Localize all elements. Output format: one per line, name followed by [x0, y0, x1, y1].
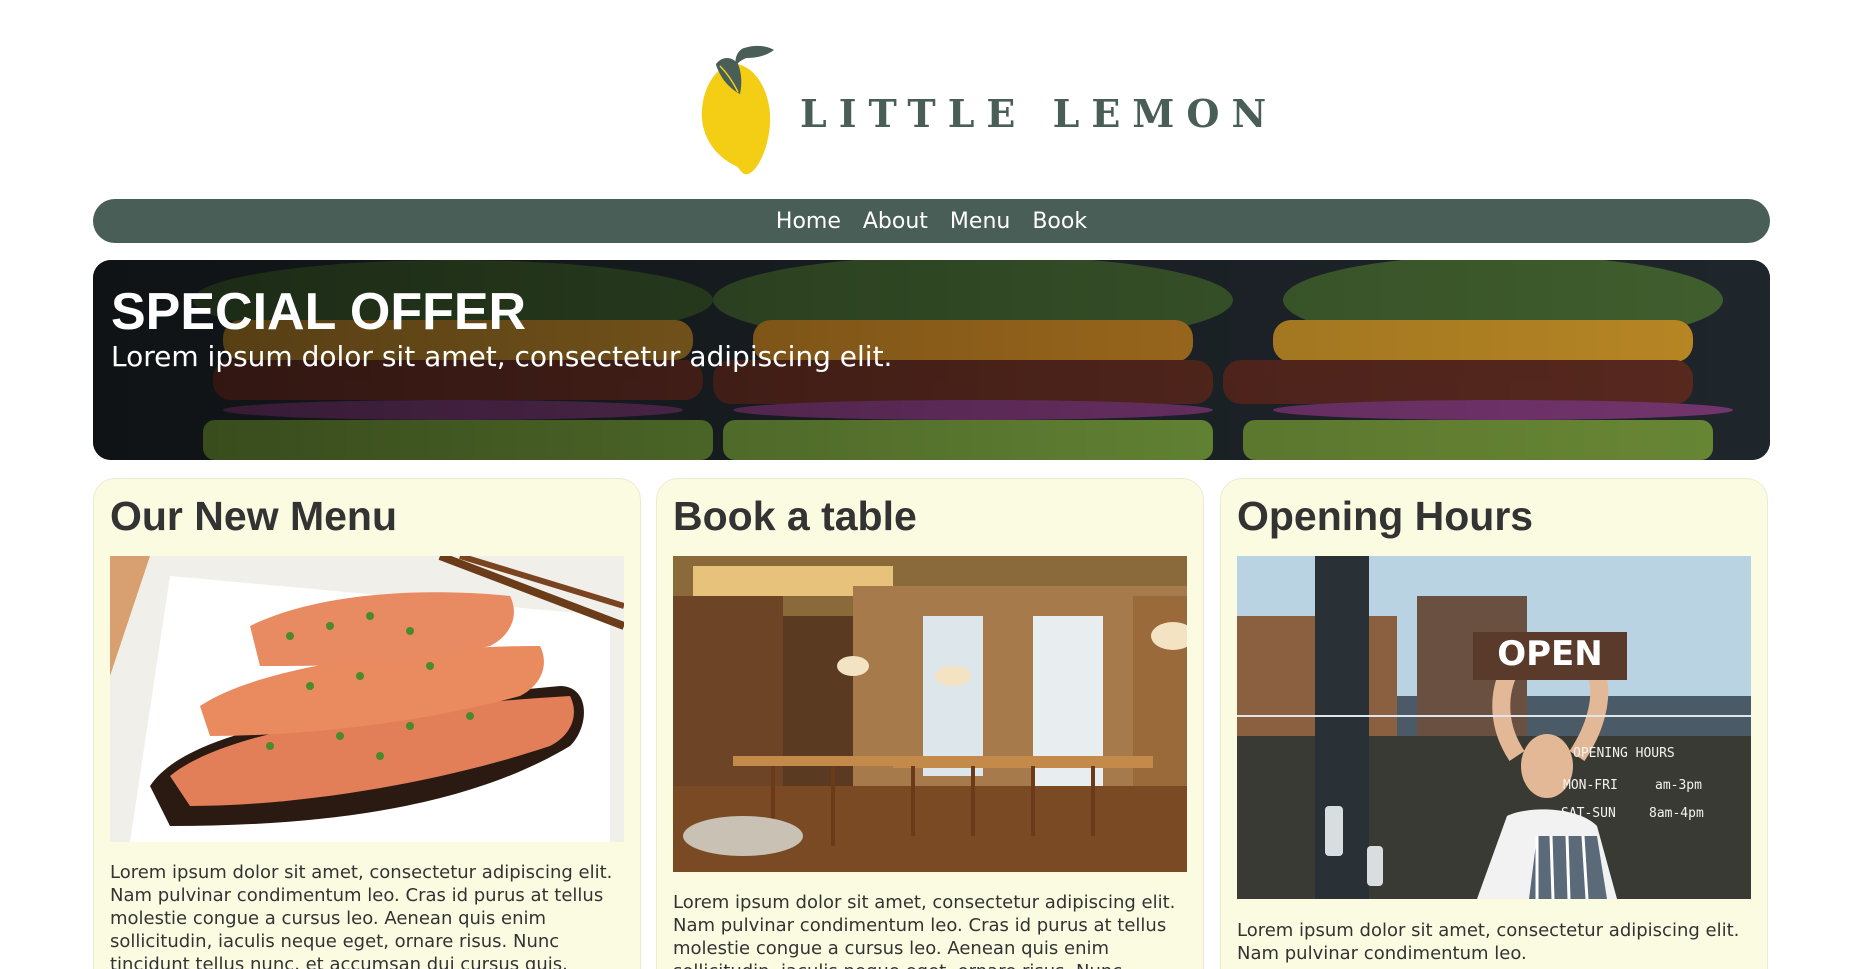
hero-title: SPECIAL OFFER [111, 283, 527, 341]
nav-item-home[interactable]: Home [776, 209, 841, 234]
page: LITTLE LEMON Home About Menu Book SPECIA… [0, 0, 1863, 969]
site-header: LITTLE LEMON [0, 0, 1863, 198]
opening-hours-heading: OPENING HOURS [1573, 746, 1675, 761]
card-title: Book a table [673, 493, 917, 539]
card-text: Lorem ipsum dolor sit amet, consectetur … [673, 892, 1176, 969]
card-text: Lorem ipsum dolor sit amet, consectetur … [110, 862, 613, 969]
weekday-hours: am-3pm [1655, 778, 1702, 793]
main-nav: Home About Menu Book [93, 199, 1770, 243]
card-new-menu: Our New Menu Lorem ipsum dolor sit amet,… [93, 478, 641, 969]
salmon-dish-image [110, 556, 624, 842]
open-sign-text: OPEN [1497, 634, 1603, 674]
lemon-icon [701, 45, 774, 175]
card-book-table: Book a table Lorem ipsum dolor sit amet,… [656, 478, 1204, 969]
nav-item-about[interactable]: About [863, 209, 928, 234]
nav-item-book[interactable]: Book [1032, 209, 1087, 234]
brand-name: LITTLE LEMON [800, 91, 1279, 136]
hero-subtitle: Lorem ipsum dolor sit amet, consectetur … [111, 340, 893, 373]
restaurant-interior-image [673, 556, 1187, 872]
weekend-hours: 8am-4pm [1649, 806, 1704, 821]
special-offer-banner: SPECIAL OFFER Lorem ipsum dolor sit amet… [93, 260, 1770, 460]
card-text: Lorem ipsum dolor sit amet, consectetur … [1237, 920, 1740, 964]
card-title: Our New Menu [110, 493, 398, 539]
card-title: Opening Hours [1237, 493, 1534, 539]
open-sign-image: OPEN OPENING HOURS MON-FRI am-3pm SAT-SU… [1237, 556, 1751, 899]
weekend-label: SAT-SUN [1561, 806, 1616, 821]
card-opening-hours: Opening Hours OPEN OPENING HOURS MON-FRI… [1220, 478, 1768, 969]
weekday-label: MON-FRI [1563, 778, 1618, 793]
nav-item-menu[interactable]: Menu [950, 209, 1010, 234]
